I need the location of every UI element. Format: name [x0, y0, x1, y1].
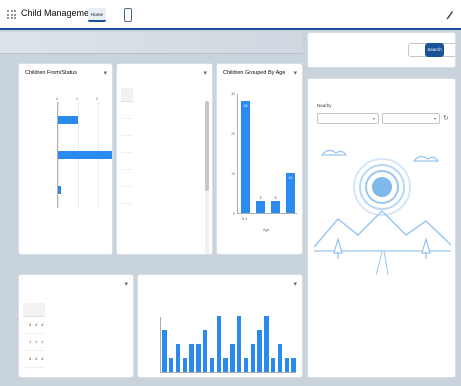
table-cell	[129, 118, 133, 136]
nearby-card: Nearby ▾ ▾ ↻	[307, 78, 456, 378]
bar[interactable]	[271, 201, 280, 213]
nearby-label: Nearby	[317, 103, 332, 108]
bar[interactable]	[277, 344, 283, 372]
table-row[interactable]	[121, 101, 133, 119]
card-menu-icon[interactable]: ▾	[293, 69, 297, 77]
bar[interactable]	[230, 344, 235, 372]
y-tick-label: 0	[233, 212, 235, 216]
app-name: Child Management	[21, 8, 97, 18]
global-header: Child Management Home	[0, 0, 461, 30]
bar[interactable]	[202, 330, 208, 372]
bar[interactable]	[189, 344, 194, 372]
bar[interactable]	[270, 358, 276, 372]
table-row[interactable]: 444	[23, 316, 46, 334]
bar[interactable]	[196, 344, 201, 372]
centres-card: ▾	[116, 63, 213, 255]
table-cell: 4	[39, 316, 46, 334]
table-row[interactable]	[121, 152, 133, 170]
bar[interactable]	[264, 316, 269, 372]
diagnosis-card: ▾	[137, 274, 303, 378]
bar[interactable]	[223, 358, 228, 372]
bar[interactable]	[209, 358, 215, 372]
age-bar-plot: 28 3 3 10	[237, 94, 297, 214]
diagnosis-bar-plot	[160, 316, 296, 373]
scrollbar[interactable]	[205, 101, 209, 254]
table-row[interactable]	[121, 169, 133, 187]
allocation-table: 444111444	[23, 303, 46, 368]
bar[interactable]	[250, 344, 256, 372]
centres-table	[121, 88, 133, 204]
table-row[interactable]	[121, 186, 133, 204]
bar[interactable]	[58, 186, 61, 195]
card-menu-icon[interactable]: ▾	[203, 69, 207, 77]
table-cell: 4	[39, 350, 46, 368]
card-menu-icon[interactable]: ▾	[124, 280, 128, 288]
object-select[interactable]: ▾	[317, 113, 379, 124]
table-row[interactable]: 111	[23, 333, 46, 351]
y-tick-label: 10	[231, 172, 235, 176]
x-tick-label: 0	[56, 97, 58, 101]
table-cell	[129, 135, 133, 153]
allocation-report-card: ▾ 444111444	[18, 274, 134, 378]
bar[interactable]	[216, 316, 222, 372]
y-tick-label: 30	[231, 92, 235, 96]
bar[interactable]	[168, 358, 174, 372]
edit-pencil-icon[interactable]	[444, 8, 454, 20]
card-menu-icon[interactable]: ▾	[103, 69, 107, 77]
empty-state-illustration	[314, 149, 451, 275]
data-label: 3	[259, 196, 262, 200]
bar[interactable]	[58, 115, 78, 124]
bar[interactable]	[284, 358, 290, 372]
data-label: 28	[243, 104, 248, 108]
children-status-card: Children From/Status ▾ 0123	[18, 63, 113, 255]
nav-bar: Home	[88, 8, 144, 22]
column-header[interactable]	[129, 88, 133, 102]
nav-tab-registrations[interactable]	[124, 8, 133, 22]
bar[interactable]	[58, 151, 112, 159]
bar[interactable]	[236, 316, 242, 372]
chevron-down-icon: ▾	[372, 116, 375, 121]
card-title: Children From/Status	[25, 70, 77, 76]
table-row[interactable]	[121, 118, 133, 136]
category-label: 0-1	[241, 217, 248, 221]
nav-tab-home[interactable]: Home	[88, 8, 107, 22]
bar[interactable]	[241, 101, 250, 213]
search-card: Search	[307, 32, 456, 68]
bar[interactable]	[175, 344, 181, 372]
notification-banner	[0, 32, 303, 54]
bar[interactable]	[291, 358, 296, 372]
bar[interactable]	[257, 330, 262, 372]
y-tick-label: 20	[231, 132, 235, 136]
table-cell	[129, 101, 133, 119]
table-cell	[129, 186, 133, 204]
data-label: 3	[274, 196, 277, 200]
app-launcher-icon[interactable]	[7, 10, 16, 19]
chevron-down-icon: ▾	[433, 116, 436, 121]
table-cell	[129, 152, 133, 170]
search-button[interactable]: Search	[425, 43, 444, 57]
card-menu-icon[interactable]: ▾	[293, 280, 297, 288]
nav-tab-reports[interactable]	[138, 8, 144, 22]
table-row[interactable]: 444	[23, 350, 46, 368]
bar[interactable]	[256, 201, 265, 213]
bar[interactable]	[243, 358, 249, 372]
horizontal-bar-plot	[57, 102, 112, 208]
bar[interactable]	[182, 358, 188, 372]
table-row[interactable]	[121, 135, 133, 153]
refresh-icon[interactable]: ↻	[443, 114, 449, 122]
distance-select[interactable]: ▾	[382, 113, 440, 124]
data-label: 10	[288, 176, 293, 180]
x-tick-label: 2	[96, 97, 98, 101]
column-header[interactable]	[39, 303, 46, 317]
table-cell: 1	[39, 333, 46, 351]
x-tick-label: 1	[76, 97, 78, 101]
table-cell	[129, 169, 133, 187]
children-by-age-card: Children Grouped By Age ▾ 28 3 3 10 Age 0 10…	[216, 63, 303, 255]
card-title: Children Grouped By Age	[223, 70, 286, 76]
scroll-thumb[interactable]	[205, 101, 209, 191]
x-axis-title: Age	[263, 228, 270, 232]
bar[interactable]	[162, 330, 167, 372]
